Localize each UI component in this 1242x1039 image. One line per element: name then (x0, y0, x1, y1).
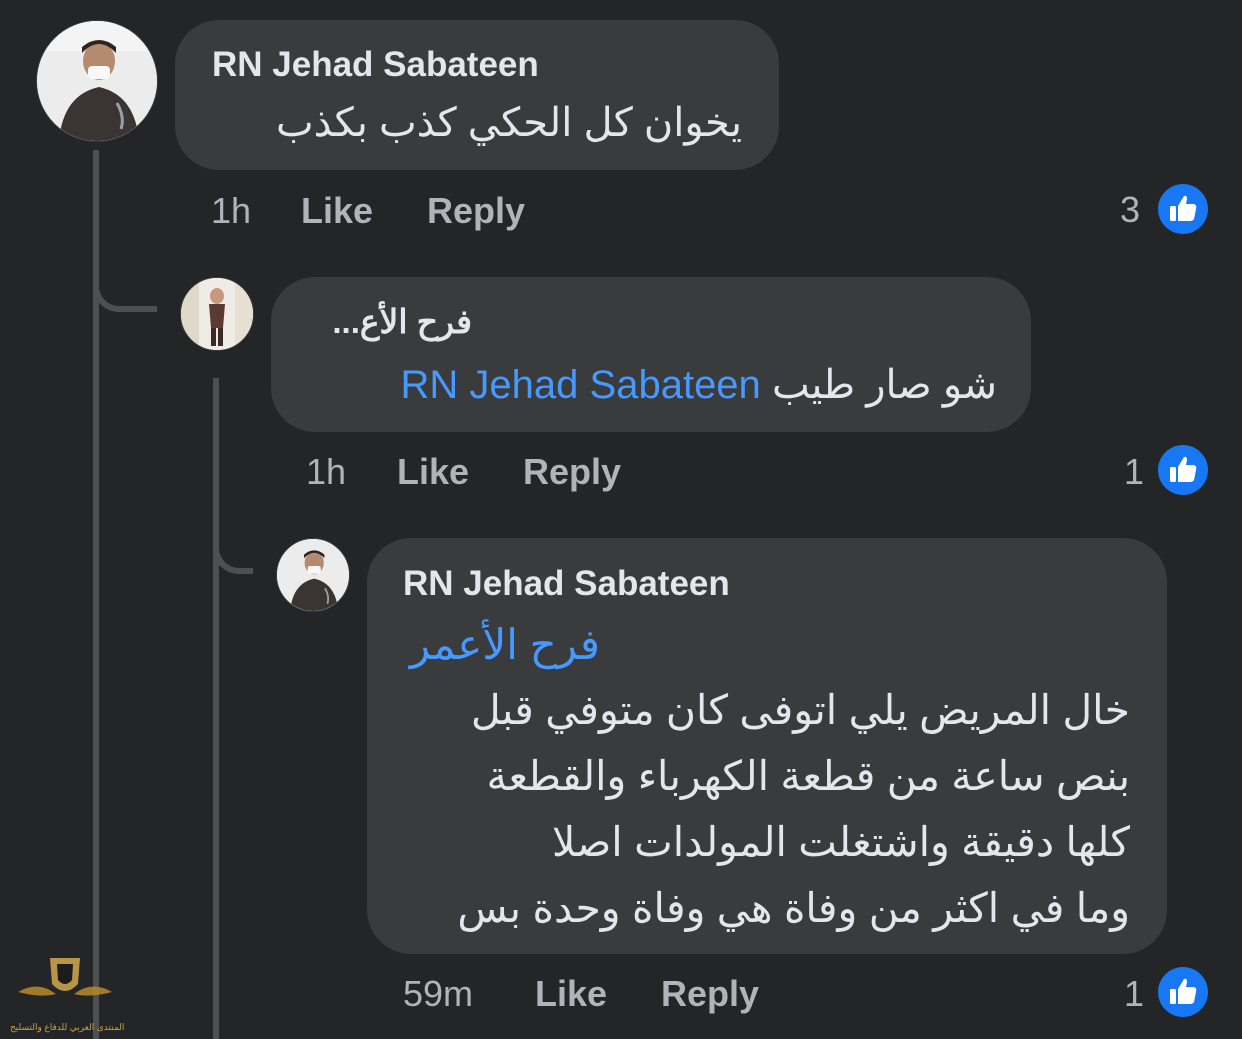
reaction-badge[interactable] (1158, 967, 1208, 1017)
reaction-badge[interactable] (1158, 184, 1208, 234)
commenter-avatar[interactable] (36, 20, 158, 142)
thread-connector-1 (93, 250, 157, 312)
comment-time[interactable]: 59m (403, 973, 473, 1015)
comment-text-line: خال المريض يلي اتوفى كان متوفي قبل (470, 687, 1130, 733)
reply-button[interactable]: Reply (427, 190, 525, 232)
comment-text: يخوان كل الحكي كذب بكذب (275, 101, 742, 145)
shield-wings-icon (18, 958, 112, 996)
mention-link[interactable]: فرح الأعمر (400, 620, 600, 669)
comment-text-line: بنص ساعة من قطعة الكهرباء والقطعة (486, 753, 1130, 799)
mention-link[interactable]: RN Jehad Sabateen (401, 363, 761, 407)
thumbs-up-icon (1170, 978, 1197, 1004)
comment-bubble[interactable] (175, 20, 779, 170)
comment-text-line: كلها دقيقة واشتغلت المولدات اصلا (552, 819, 1130, 865)
watermark-text: المنتدى العربي للدفاع والتسليح (10, 1022, 125, 1032)
thread-line-reply (213, 378, 219, 1039)
like-button[interactable]: Like (301, 190, 373, 232)
thumbs-up-icon (1170, 456, 1197, 482)
reaction-count[interactable]: 1 (1124, 451, 1144, 493)
comment-bubble[interactable] (271, 277, 1031, 432)
reply-button[interactable]: Reply (661, 973, 759, 1015)
comment-author[interactable]: RN Jehad Sabateen (403, 564, 730, 604)
watermark-logo: المنتدى العربي للدفاع والتسليح (10, 950, 125, 1039)
like-button[interactable]: Like (535, 973, 607, 1015)
comment-author[interactable]: RN Jehad Sabateen (212, 45, 539, 85)
reply-button[interactable]: Reply (523, 451, 621, 493)
comment-time[interactable]: 1h (211, 190, 251, 232)
commenter-avatar[interactable] (180, 277, 254, 351)
comment-text-body: شو صار طيب (771, 363, 997, 407)
doctor-avatar-icon (37, 21, 157, 141)
commenter-avatar[interactable] (276, 538, 350, 612)
thread-connector-2 (213, 510, 253, 574)
user-avatar-icon (181, 278, 253, 350)
doctor-avatar-icon (277, 539, 349, 611)
reaction-badge[interactable] (1158, 445, 1208, 495)
comment-author[interactable]: فرح الأع... (300, 302, 472, 341)
comment-text-line: وما في اكثر من وفاة هي وفاة وحدة بس (457, 885, 1130, 931)
thumbs-up-icon (1170, 195, 1197, 221)
reaction-count[interactable]: 1 (1124, 973, 1144, 1015)
reaction-count[interactable]: 3 (1120, 189, 1140, 231)
like-button[interactable]: Like (397, 451, 469, 493)
comment-text: شو صار طيب RN Jehad Sabateen (307, 362, 997, 408)
comment-time[interactable]: 1h (306, 451, 346, 493)
